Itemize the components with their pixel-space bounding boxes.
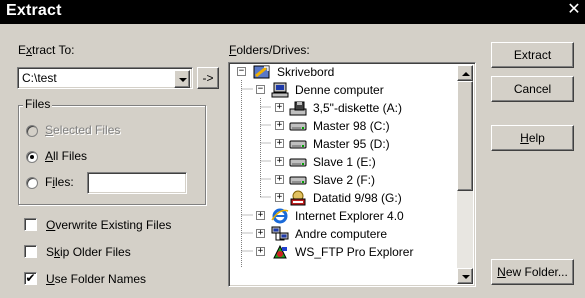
tree-item-denne-computer[interactable]: − Denne computer (229, 81, 459, 99)
expand-icon[interactable]: + (275, 175, 284, 184)
hard-drive-icon (289, 140, 307, 149)
title-bar: Extract ✕ (0, 0, 585, 24)
internet-explorer-icon (271, 208, 289, 224)
overwrite-mnemonic: O (46, 218, 56, 232)
expand-icon[interactable]: + (256, 229, 265, 238)
new-folder-button[interactable]: New Folder... (491, 259, 574, 285)
files-pattern-input[interactable] (87, 172, 187, 194)
floppy-drive-icon (289, 101, 307, 116)
extract-to-combobox[interactable]: C:\test (17, 67, 193, 89)
folders-tree-view[interactable]: − Skrivebord − Denne computer + 3,5"-dis… (228, 62, 476, 287)
help-rest: elp (528, 131, 545, 145)
desktop-icon (253, 65, 270, 79)
new-folder-mnemonic: N (497, 265, 506, 279)
tree-item-slave-1-e[interactable]: + Slave 1 (E:) (229, 153, 459, 171)
use-folder-names-rest: se Folder Names (54, 272, 147, 286)
tree-item-label[interactable]: Slave 1 (E:) (313, 155, 376, 169)
tree-item-label[interactable]: Slave 2 (F:) (313, 173, 375, 187)
use-folder-names-checkbox[interactable]: ✔ (24, 272, 37, 285)
chevron-down-icon[interactable] (174, 70, 190, 88)
tree-scrollbar[interactable] (457, 65, 473, 284)
tree-item-label[interactable]: Datatid 9/98 (G:) (313, 191, 402, 205)
tree-item-label[interactable]: Master 95 (D:) (313, 137, 390, 151)
help-mnemonic: H (520, 131, 529, 145)
use-folder-names-mnemonic: U (46, 272, 55, 286)
all-files-rest: ll Files (53, 149, 88, 163)
tree-item-label[interactable]: Internet Explorer 4.0 (295, 209, 404, 223)
overwrite-label[interactable]: Overwrite Existing Files (46, 218, 171, 232)
tree-item-internet-explorer[interactable]: + Internet Explorer 4.0 (229, 207, 459, 225)
selected-files-mnemonic: S (45, 123, 54, 137)
folders-drives-label: Folders/Drives: (229, 43, 310, 57)
expand-icon[interactable]: + (275, 193, 284, 202)
tree-item-label[interactable]: 3,5"-diskette (A:) (313, 101, 402, 115)
window-title: Extract (6, 2, 62, 19)
all-files-radio[interactable] (26, 151, 38, 163)
tree-item-master-95-d[interactable]: + Master 95 (D:) (229, 135, 459, 153)
expand-icon[interactable]: + (256, 247, 265, 256)
expand-icon[interactable]: + (275, 157, 284, 166)
tree-item-master-98-c[interactable]: + Master 98 (C:) (229, 117, 459, 135)
tree-item-label[interactable]: WS_FTP Pro Explorer (295, 245, 413, 259)
cd-drive-icon (290, 190, 306, 206)
files-pattern-radio[interactable] (26, 177, 38, 189)
files-group-title: Files (23, 97, 53, 111)
extract-button[interactable]: Extract (491, 42, 574, 68)
tree-item-ws-ftp-pro[interactable]: + WS_FTP Pro Explorer (229, 243, 459, 261)
help-button[interactable]: Help (491, 125, 574, 151)
tree-item-datatid-g[interactable]: + Datatid 9/98 (G:) (229, 189, 459, 207)
extract-to-label: Extract To: (18, 43, 74, 57)
tree-item-label[interactable]: Master 98 (C:) (313, 119, 390, 133)
all-files-mnemonic: A (45, 149, 54, 163)
tree-item-andre-computere[interactable]: + Andre computere (229, 225, 459, 243)
hard-drive-icon (289, 176, 307, 185)
new-folder-rest: ew Folder... (505, 265, 568, 279)
files-pattern-rest: les: (55, 175, 74, 189)
extract-to-value[interactable]: C:\test (22, 71, 57, 85)
scroll-down-button[interactable] (457, 268, 473, 284)
files-pattern-label[interactable]: Files: (45, 175, 74, 189)
hard-drive-icon (289, 122, 307, 131)
collapse-icon[interactable]: − (237, 67, 246, 76)
overwrite-checkbox[interactable] (24, 218, 37, 231)
expand-icon[interactable]: + (275, 139, 284, 148)
ftp-icon (273, 244, 287, 259)
checkmark-icon: ✔ (25, 271, 36, 285)
hard-drive-icon (289, 158, 307, 167)
use-folder-names-label[interactable]: Use Folder Names (46, 272, 146, 286)
extract-to-label-rest: tract To: (32, 43, 75, 57)
collapse-icon[interactable]: − (256, 85, 265, 94)
close-icon[interactable]: ✕ (566, 2, 582, 18)
selected-files-radio (26, 125, 38, 137)
my-computer-icon (271, 82, 289, 98)
network-icon (271, 226, 289, 241)
tree-item-floppy-a[interactable]: + 3,5"-diskette (A:) (229, 99, 459, 117)
extract-to-label-prefix: E (18, 43, 27, 57)
skip-older-checkbox[interactable] (24, 245, 37, 258)
tree-item-skrivebord[interactable]: − Skrivebord (229, 63, 459, 81)
folders-drives-rest: olders/Drives: (236, 43, 310, 57)
tree-item-label[interactable]: Andre computere (295, 227, 387, 241)
selected-files-rest: elected Files (53, 123, 121, 137)
tree-item-slave-2-f[interactable]: + Slave 2 (F:) (229, 171, 459, 189)
skip-older-label[interactable]: Skip Older Files (46, 245, 131, 259)
skip-older-rest: ip Older Files (60, 245, 131, 259)
skip-older-prefix: S (46, 245, 55, 259)
selected-files-label: Selected Files (45, 123, 120, 137)
tree-item-label[interactable]: Denne computer (295, 83, 384, 97)
overwrite-rest: verwrite Existing Files (55, 218, 172, 232)
expand-icon[interactable]: + (275, 103, 284, 112)
scroll-up-button[interactable] (457, 65, 473, 81)
cancel-button[interactable]: Cancel (491, 76, 574, 102)
tree-item-label[interactable]: Skrivebord (277, 65, 334, 79)
expand-icon[interactable]: + (256, 211, 265, 220)
browse-arrow-button[interactable]: -> (197, 67, 219, 89)
all-files-label[interactable]: All Files (45, 149, 87, 163)
expand-icon[interactable]: + (275, 121, 284, 130)
scroll-thumb[interactable] (457, 81, 473, 191)
